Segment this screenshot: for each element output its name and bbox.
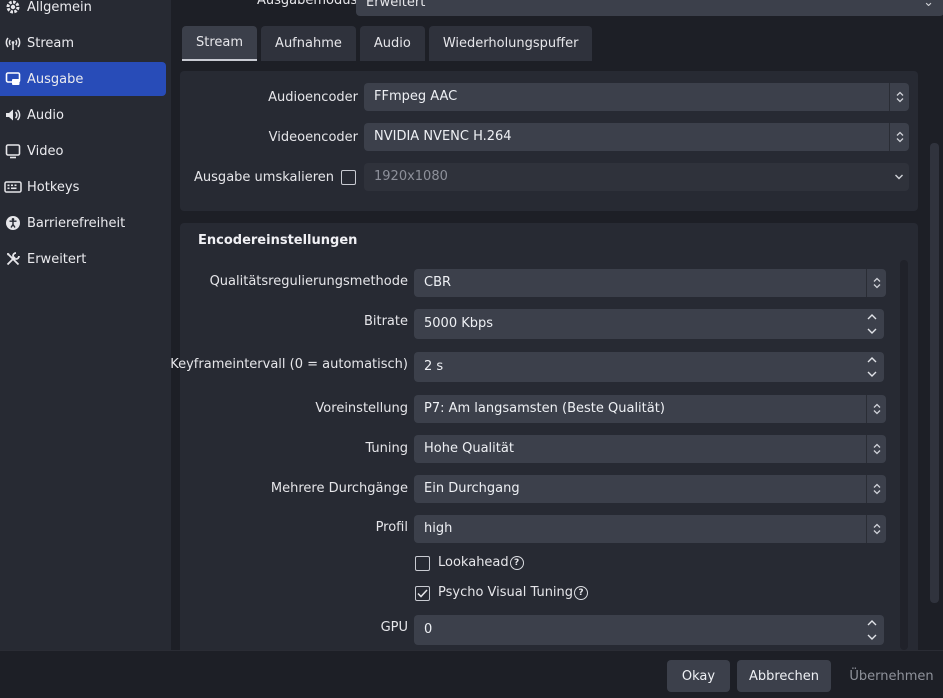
tab-audio[interactable]: Audio	[359, 26, 425, 61]
tuning-label: Tuning	[365, 441, 408, 456]
help-icon[interactable]: ?	[509, 555, 524, 570]
lookahead-checkbox[interactable]	[415, 556, 430, 571]
settings-main: Ausgabemodus Erweitert ⌄ Stream Aufnahme…	[170, 0, 943, 651]
sidebar-item-label: Video	[27, 143, 64, 159]
sidebar-item-barrierefreiheit[interactable]: Barrierefreiheit	[0, 206, 166, 240]
profile-select[interactable]: high	[414, 515, 886, 543]
audio-encoder-select[interactable]: FFmpeg AAC	[364, 83, 909, 111]
output-tabs: Stream Aufnahme Audio Wiederholungspuffe…	[182, 26, 596, 62]
ok-button[interactable]: Okay	[667, 660, 730, 692]
profile-value: high	[424, 521, 453, 536]
sidebar-item-allgemein[interactable]: Allgemein	[0, 0, 166, 24]
sidebar-item-video[interactable]: Video	[0, 134, 166, 168]
bitrate-value: 5000 Kbps	[424, 316, 494, 331]
spin-arrows-icon[interactable]	[866, 617, 878, 643]
rescale-resolution-select: 1920x1080	[364, 163, 909, 191]
updown-chevron-icon	[889, 123, 909, 151]
chevron-down-icon	[889, 163, 909, 191]
tab-aufnahme[interactable]: Aufnahme	[261, 26, 356, 61]
updown-chevron-icon	[866, 475, 886, 503]
keyframe-spinbox[interactable]: 2 s	[414, 352, 884, 382]
sidebar-item-label: Stream	[27, 35, 75, 51]
profile-label: Profil	[375, 520, 408, 535]
help-icon[interactable]: ?	[574, 585, 589, 600]
outer-scrollbar[interactable]	[930, 143, 939, 603]
output-mode-select[interactable]: Erweitert ⌄	[356, 0, 943, 16]
video-encoder-select[interactable]: NVIDIA NVENC H.264	[364, 123, 909, 151]
gear-icon	[4, 0, 22, 16]
tools-icon	[4, 250, 22, 268]
rate-control-select[interactable]: CBR	[414, 269, 886, 297]
monitor-icon	[4, 142, 22, 160]
sidebar-item-erweitert[interactable]: Erweitert	[0, 242, 166, 276]
sidebar-item-stream[interactable]: Stream	[0, 26, 166, 60]
rescale-label: Ausgabe umskalieren	[194, 170, 334, 185]
preset-value: P7: Am langsamsten (Beste Qualität)	[424, 401, 665, 416]
psycho-visual-checkbox[interactable]	[415, 586, 430, 601]
psycho-visual-label: Psycho Visual Tuning	[438, 585, 574, 600]
video-encoder-value: NVIDIA NVENC H.264	[374, 129, 512, 144]
updown-chevron-icon	[866, 395, 886, 423]
rescale-resolution-value: 1920x1080	[374, 169, 448, 184]
updown-chevron-icon	[866, 435, 886, 463]
rescale-checkbox[interactable]	[341, 170, 356, 185]
accessibility-icon	[4, 214, 22, 232]
sidebar-item-hotkeys[interactable]: Hotkeys	[0, 170, 166, 204]
encoder-settings-panel: Encodereinstellungen Qualitätsregulierun…	[170, 223, 918, 651]
inner-scrollbar[interactable]	[900, 260, 908, 650]
checkmark-icon	[417, 589, 428, 598]
lookahead-label: Lookahead	[438, 555, 509, 570]
preset-select[interactable]: P7: Am langsamsten (Beste Qualität)	[414, 395, 886, 423]
rate-control-label: Qualitätsregulierungsmethode	[209, 274, 408, 289]
updown-chevron-icon	[889, 83, 909, 111]
dialog-button-bar: Okay Abbrechen Übernehmen	[0, 650, 943, 698]
keyframe-value: 2 s	[424, 359, 444, 374]
gpu-spinbox[interactable]: 0	[414, 615, 884, 645]
updown-chevron-icon	[866, 515, 886, 543]
sidebar-item-label: Allgemein	[27, 0, 92, 15]
tuning-select[interactable]: Hohe Qualität	[414, 435, 886, 463]
sidebar-item-label: Barrierefreiheit	[27, 215, 126, 231]
tuning-value: Hohe Qualität	[424, 441, 514, 456]
cancel-button[interactable]: Abbrechen	[737, 660, 831, 692]
bitrate-label: Bitrate	[363, 314, 408, 329]
output-icon	[4, 70, 22, 88]
psycho-visual-row: Psycho Visual Tuning ?	[438, 585, 589, 600]
updown-chevron-icon	[866, 269, 886, 297]
multipass-label: Mehrere Durchgänge	[270, 481, 408, 496]
sidebar-item-ausgabe[interactable]: Ausgabe	[0, 62, 166, 96]
keyframe-label: Keyframeintervall (0 = automatisch)	[170, 357, 408, 372]
audio-encoder-label: Audioencoder	[268, 90, 358, 105]
settings-sidebar: Allgemein Stream Ausgabe Audio Video Hot…	[0, 0, 171, 650]
tab-stream[interactable]: Stream	[182, 26, 258, 61]
bitrate-spinbox[interactable]: 5000 Kbps	[414, 309, 884, 339]
chevron-down-icon: ⌄	[923, 0, 934, 10]
multipass-value: Ein Durchgang	[424, 481, 520, 496]
tab-wiederholungspuffer[interactable]: Wiederholungspuffer	[428, 26, 593, 61]
spin-arrows-icon[interactable]	[866, 354, 878, 380]
sidebar-item-label: Ausgabe	[27, 71, 84, 87]
spin-arrows-icon[interactable]	[866, 311, 878, 337]
output-mode-label: Ausgabemodus	[257, 0, 358, 8]
gpu-label: GPU	[380, 620, 408, 635]
output-mode-value: Erweitert	[366, 0, 426, 10]
sidebar-item-label: Erweitert	[27, 251, 87, 267]
audio-encoder-value: FFmpeg AAC	[374, 89, 458, 104]
speaker-icon	[4, 106, 22, 124]
encoder-settings-title: Encodereinstellungen	[198, 233, 358, 248]
stream-encoder-panel: Audioencoder FFmpeg AAC Videoencoder NVI…	[180, 71, 918, 211]
gpu-value: 0	[424, 622, 433, 637]
sidebar-item-label: Hotkeys	[27, 179, 80, 195]
broadcast-icon	[4, 34, 22, 52]
sidebar-item-audio[interactable]: Audio	[0, 98, 166, 132]
lookahead-row: Lookahead ?	[438, 555, 524, 570]
video-encoder-label: Videoencoder	[268, 130, 358, 145]
rate-control-value: CBR	[424, 275, 452, 290]
sidebar-item-label: Audio	[27, 107, 64, 123]
multipass-select[interactable]: Ein Durchgang	[414, 475, 886, 503]
keyboard-icon	[4, 178, 22, 196]
preset-label: Voreinstellung	[315, 401, 408, 416]
apply-button[interactable]: Übernehmen	[840, 660, 943, 692]
